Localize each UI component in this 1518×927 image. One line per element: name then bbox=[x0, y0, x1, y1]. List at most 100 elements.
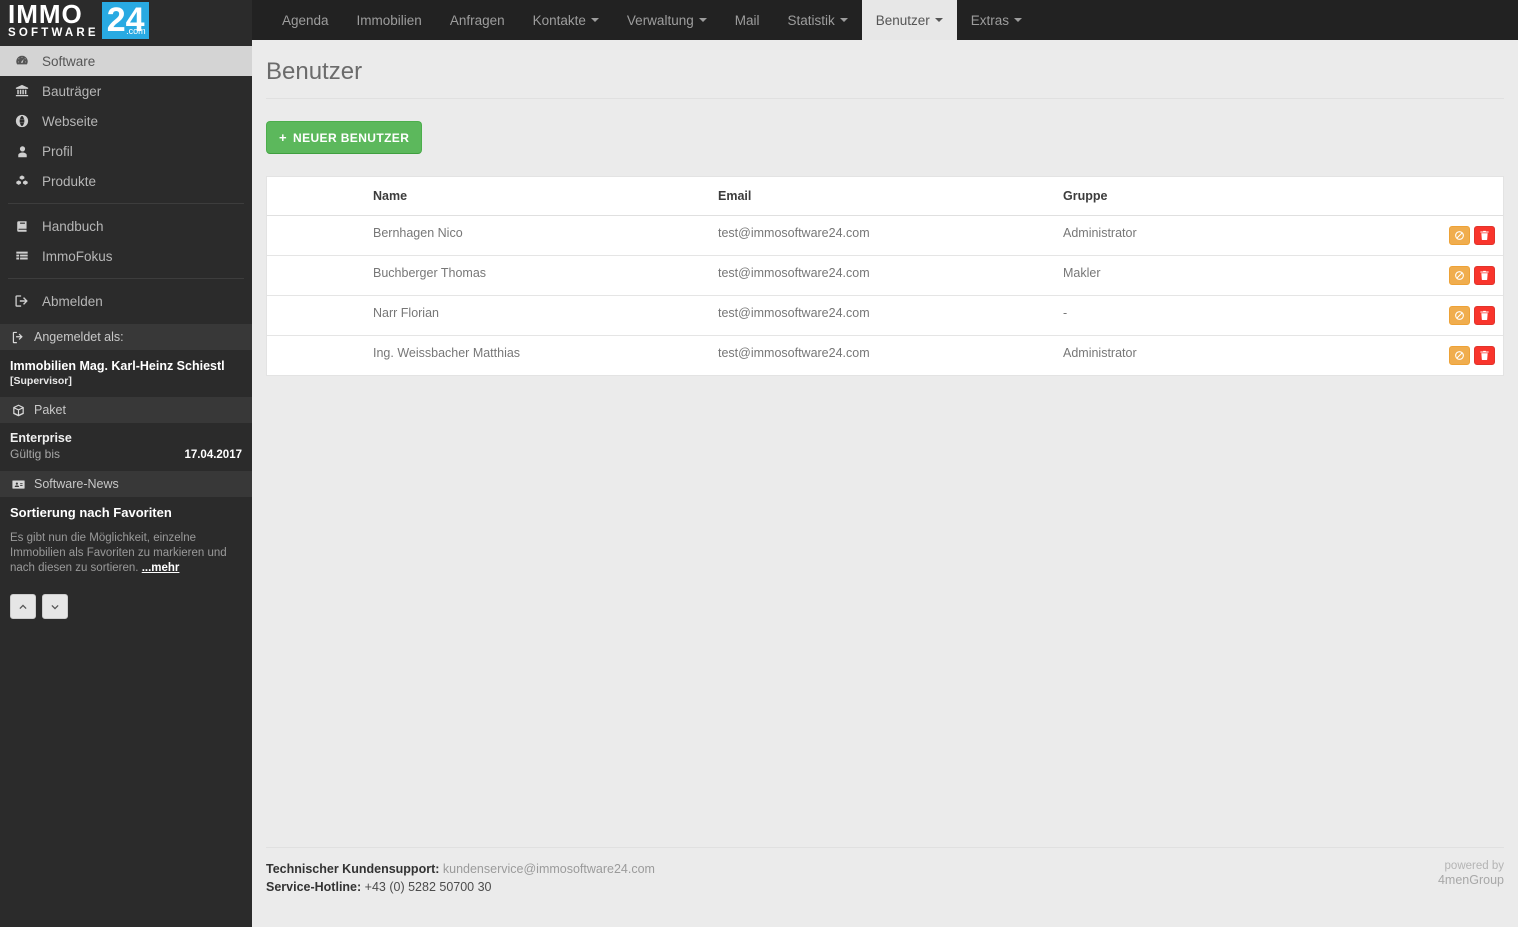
footer-contact-block: Technischer Kundensupport: kundenservice… bbox=[266, 860, 655, 896]
nav-item-kontakte[interactable]: Kontakte bbox=[519, 0, 613, 40]
row-select-cell[interactable] bbox=[267, 336, 365, 376]
sidebar-item-label: Software bbox=[42, 53, 96, 69]
ban-icon[interactable] bbox=[1449, 346, 1470, 365]
footer-support-email[interactable]: kundenservice@immosoftware24.com bbox=[443, 862, 655, 876]
nav-item-label: Immobilien bbox=[356, 12, 422, 28]
row-email-cell: test@immosoftware24.com bbox=[710, 255, 1055, 296]
nav-item-label: Benutzer bbox=[875, 12, 930, 28]
trash-icon[interactable] bbox=[1474, 306, 1495, 325]
footer-hotline-label: Service-Hotline: bbox=[266, 880, 362, 894]
row-actions-cell bbox=[1383, 255, 1503, 296]
nav-item-statistik[interactable]: Statistik bbox=[773, 0, 861, 40]
sidebar-paket-label: Paket bbox=[34, 403, 66, 417]
user-icon bbox=[12, 145, 32, 158]
logo-wrapper: IMMO SOFTWARE 24 .com bbox=[8, 1, 149, 40]
sidebar-item-label: Produkte bbox=[42, 173, 97, 189]
news-next-button[interactable] bbox=[42, 594, 68, 619]
column-header-select bbox=[267, 177, 365, 216]
current-user-name: Immobilien Mag. Karl-Heinz Schiestl bbox=[10, 359, 225, 373]
plus-icon: + bbox=[279, 130, 287, 145]
row-actions-cell bbox=[1383, 336, 1503, 376]
paket-valid-label: Gültig bis bbox=[10, 447, 61, 461]
chevron-down-icon bbox=[590, 18, 599, 22]
ban-icon[interactable] bbox=[1449, 266, 1470, 285]
trash-icon[interactable] bbox=[1474, 226, 1495, 245]
sidebar-item-software[interactable]: Software bbox=[0, 46, 252, 76]
column-header-gruppe[interactable]: Gruppe bbox=[1055, 177, 1383, 216]
trash-icon[interactable] bbox=[1474, 266, 1495, 285]
news-prev-button[interactable] bbox=[10, 594, 36, 619]
row-gruppe-cell: - bbox=[1055, 295, 1383, 336]
table-row[interactable]: Narr Florian test@immosoftware24.com - bbox=[267, 295, 1503, 336]
row-email-cell: test@immosoftware24.com bbox=[710, 215, 1055, 256]
logo-text-block: IMMO SOFTWARE bbox=[8, 1, 99, 40]
chevron-down-icon bbox=[1014, 18, 1023, 22]
ban-icon[interactable] bbox=[1449, 306, 1470, 325]
sidebar-item-handbuch[interactable]: Handbuch bbox=[0, 211, 252, 241]
sidebar-item-immofokus[interactable]: ImmoFokus bbox=[0, 241, 252, 271]
nav-item-label: Statistik bbox=[787, 12, 835, 28]
cubes-icon bbox=[12, 174, 32, 188]
sidebar-divider bbox=[8, 278, 244, 279]
nav-item-verwaltung[interactable]: Verwaltung bbox=[613, 0, 721, 40]
column-header-email[interactable]: Email bbox=[710, 177, 1055, 216]
sidebar-logged-in-body: Immobilien Mag. Karl-Heinz Schiestl [Sup… bbox=[0, 350, 252, 397]
nav-item-agenda[interactable]: Agenda bbox=[268, 0, 343, 40]
sidebar-item-webseite[interactable]: Webseite bbox=[0, 106, 252, 136]
row-email-cell: test@immosoftware24.com bbox=[710, 295, 1055, 336]
logo-immo-text: IMMO bbox=[8, 0, 83, 29]
page-title: Benutzer bbox=[266, 40, 1504, 99]
sidebar-item-profil[interactable]: Profil bbox=[0, 136, 252, 166]
main-nav-items: Agenda Immobilien Anfragen Kontakte Verwaltu… bbox=[268, 0, 1036, 40]
nav-item-label: Kontakte bbox=[532, 12, 586, 28]
footer-powered-by: powered by 4menGroup bbox=[1438, 859, 1504, 887]
sidebar-item-abmelden[interactable]: Abmelden bbox=[0, 286, 252, 316]
row-select-cell[interactable] bbox=[267, 295, 365, 336]
footer-support-row: Technischer Kundensupport: kundenservice… bbox=[266, 860, 655, 878]
new-user-button[interactable]: + NEUER BENUTZER bbox=[266, 121, 423, 154]
row-select-cell[interactable] bbox=[267, 215, 365, 256]
ban-icon[interactable] bbox=[1449, 226, 1470, 245]
footer-powered-label: powered by bbox=[1444, 860, 1504, 872]
table-row[interactable]: Buchberger Thomas test@immosoftware24.com… bbox=[267, 255, 1503, 296]
nav-item-mail[interactable]: Mail bbox=[721, 0, 774, 40]
sign-in-icon bbox=[10, 331, 27, 344]
nav-item-immobilien[interactable]: Immobilien bbox=[343, 0, 436, 40]
current-user-role: [Supervisor] bbox=[10, 375, 72, 387]
dashboard-icon bbox=[12, 54, 32, 68]
sidebar-logged-in-header: Angemeldet als: bbox=[0, 324, 252, 350]
trash-icon[interactable] bbox=[1474, 346, 1495, 365]
footer-powered-brand: 4menGroup bbox=[1437, 873, 1504, 887]
row-name-cell: Buchberger Thomas bbox=[365, 255, 710, 296]
table-row[interactable]: Bernhagen Nico test@immosoftware24.com Adm… bbox=[267, 215, 1503, 256]
sign-out-icon bbox=[12, 294, 32, 308]
footer-hotline-number: +43 (0) 5282 50700 30 bbox=[364, 880, 492, 894]
book-icon bbox=[12, 220, 32, 233]
nav-item-label: Verwaltung bbox=[626, 12, 694, 28]
news-title: Sortierung nach Favoriten bbox=[10, 505, 172, 520]
row-select-cell[interactable] bbox=[267, 255, 365, 296]
table-row[interactable]: Ing. Weissbacher Matthias test@immosoftwa… bbox=[267, 336, 1503, 376]
nav-item-extras[interactable]: Extras bbox=[957, 0, 1036, 40]
logo-com-text: .com bbox=[126, 25, 146, 36]
sidebar-news-body: Sortierung nach Favoriten Es gibt nun di… bbox=[0, 497, 252, 629]
nav-item-label: Anfragen bbox=[449, 12, 505, 28]
sidebar-item-bautr-ger[interactable]: Bauträger bbox=[0, 76, 252, 106]
footer-divider bbox=[266, 847, 1504, 848]
new-user-button-label: NEUER BENUTZER bbox=[293, 130, 410, 145]
footer-hotline-row: Service-Hotline: +43 (0) 5282 50700 30 bbox=[266, 878, 655, 896]
footer-support-label: Technischer Kundensupport: bbox=[266, 862, 440, 876]
toolbar: + NEUER BENUTZER bbox=[252, 99, 1518, 154]
column-header-name[interactable]: Name bbox=[365, 177, 710, 216]
nav-item-label: Mail bbox=[734, 12, 760, 28]
nav-item-benutzer[interactable]: Benutzer bbox=[861, 0, 957, 40]
main-content: Benutzer + NEUER BENUTZER Name Email Gru… bbox=[252, 40, 1518, 927]
brand-logo[interactable]: IMMO SOFTWARE 24 .com bbox=[0, 0, 252, 40]
sidebar-news-label: Software-News bbox=[34, 477, 119, 491]
nav-item-label: Agenda bbox=[282, 12, 329, 28]
news-more-link[interactable]: ...mehr bbox=[142, 562, 180, 574]
sidebar-news-header: Software-News bbox=[0, 471, 252, 497]
id-card-icon bbox=[10, 478, 27, 491]
nav-item-anfragen[interactable]: Anfragen bbox=[436, 0, 519, 40]
sidebar-item-produkte[interactable]: Produkte bbox=[0, 166, 252, 196]
